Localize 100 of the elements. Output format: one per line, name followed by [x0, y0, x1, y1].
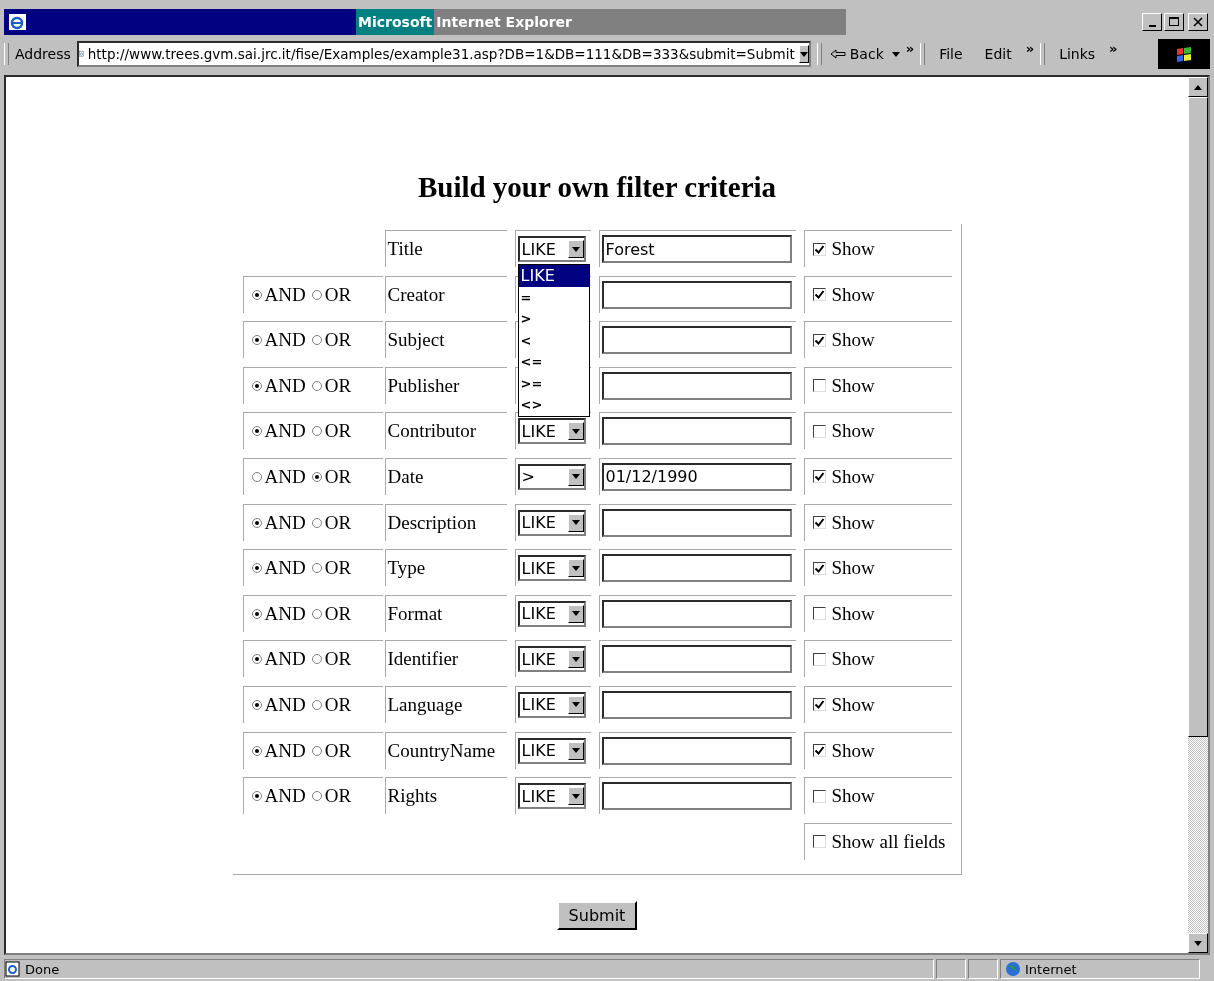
value-field[interactable]	[601, 280, 792, 309]
radio-option[interactable]: AND	[251, 693, 306, 716]
value-field[interactable]: Forest	[601, 235, 792, 263]
radio-option[interactable]: OR	[311, 329, 352, 352]
radio-option[interactable]: OR	[311, 557, 352, 580]
operator-select[interactable]: LIKE	[517, 418, 586, 445]
field-name: Contributor	[384, 412, 507, 450]
radio-option[interactable]: AND	[251, 374, 306, 397]
menu-item[interactable]: File	[931, 46, 971, 62]
value-field[interactable]	[601, 371, 792, 400]
radio-option[interactable]: AND	[251, 283, 306, 306]
radio-option[interactable]: AND	[251, 648, 306, 671]
operator-select[interactable]: LIKE	[517, 737, 586, 764]
show-checkbox[interactable]: Show	[812, 648, 875, 671]
value-field[interactable]	[601, 736, 792, 765]
radio-option[interactable]: OR	[311, 465, 352, 488]
checkmark-icon	[813, 471, 825, 483]
value-field[interactable]	[601, 690, 792, 719]
show-checkbox[interactable]: Show	[812, 785, 875, 808]
radio-option[interactable]: AND	[251, 511, 306, 534]
radio-option[interactable]: OR	[311, 785, 352, 808]
checkmark-icon	[813, 334, 825, 346]
caret-icon	[571, 428, 580, 434]
radio-option[interactable]: AND	[251, 785, 306, 808]
radio-option[interactable]: AND	[251, 602, 306, 625]
back-button[interactable]: Back	[827, 46, 886, 62]
chevron[interactable]: »	[905, 41, 915, 56]
maximize-button[interactable]	[1164, 13, 1184, 31]
caret-icon	[571, 611, 580, 617]
dropdown-option[interactable]: >=	[518, 372, 589, 394]
dropdown-option[interactable]: <=	[518, 351, 589, 373]
dropdown-option[interactable]: >	[518, 308, 589, 330]
show-checkbox[interactable]: Show	[812, 420, 875, 443]
radio-option[interactable]: OR	[311, 374, 352, 397]
links-button[interactable]: Links	[1051, 46, 1104, 62]
scroll-up-button[interactable]	[1188, 77, 1208, 97]
value-field[interactable]	[601, 554, 792, 583]
field-name: Publisher	[384, 366, 507, 404]
value-field[interactable]	[601, 599, 792, 628]
caret-icon	[571, 474, 580, 480]
radio-option[interactable]: AND	[251, 420, 306, 443]
scroll-down-button[interactable]	[1188, 933, 1208, 953]
minimize-button[interactable]	[1142, 13, 1162, 31]
menu-item[interactable]: Edit	[976, 46, 1020, 62]
caret-icon	[571, 656, 580, 662]
value-field[interactable]	[601, 417, 792, 446]
submit-button[interactable]: Submit	[556, 901, 638, 931]
dropdown-option[interactable]: =	[518, 286, 589, 308]
operator-select[interactable]: LIKE	[517, 555, 586, 582]
operator-select[interactable]: LIKE	[517, 783, 586, 810]
operator-select[interactable]: LIKE	[517, 236, 586, 262]
value-field[interactable]	[601, 508, 792, 537]
radio-option[interactable]: AND	[251, 557, 306, 580]
dropdown-option[interactable]: <>	[518, 394, 589, 416]
radio-option[interactable]: OR	[311, 420, 352, 443]
caret-icon[interactable]	[891, 51, 900, 57]
operator-select[interactable]: >	[517, 463, 586, 490]
operator-select[interactable]: LIKE	[517, 646, 586, 673]
globe-icon	[1005, 961, 1021, 977]
radio-option[interactable]: OR	[311, 739, 352, 762]
field-name: Title	[384, 230, 507, 267]
close-button[interactable]	[1188, 13, 1208, 31]
show-checkbox[interactable]: Show	[812, 283, 875, 306]
show-checkbox[interactable]: Show	[812, 238, 875, 260]
field-name: Description	[384, 503, 507, 541]
chevron[interactable]: »	[1109, 41, 1118, 56]
radio-option[interactable]: OR	[311, 648, 352, 671]
operator-select[interactable]: LIKE	[517, 691, 586, 718]
value-field[interactable]: 01/12/1990	[601, 462, 792, 491]
radio-option[interactable]: OR	[311, 602, 352, 625]
show-checkbox[interactable]: Show	[812, 739, 875, 762]
address-label: Address	[15, 46, 71, 62]
show-checkbox[interactable]: Show	[812, 557, 875, 580]
close-icon	[1193, 17, 1203, 27]
show-checkbox[interactable]: Show	[812, 465, 875, 488]
field-name: Language	[384, 685, 507, 723]
address-field[interactable]: http://www.trees.gvm.sai.jrc.it/fise/Examples/example31.asp?DB=1&DB=111&DB=333&submit=Submit	[76, 41, 811, 67]
radio-option[interactable]: OR	[311, 693, 352, 716]
dropdown-option[interactable]: LIKE	[518, 265, 589, 287]
operator-select[interactable]: LIKE	[517, 600, 586, 627]
show-checkbox[interactable]: Show	[812, 693, 875, 716]
operator-select[interactable]: LIKE	[517, 509, 586, 536]
chevron[interactable]: »	[1025, 41, 1035, 56]
field-name: Format	[384, 594, 507, 632]
field-name: CountryName	[384, 731, 507, 769]
show-checkbox[interactable]: Show	[812, 511, 875, 534]
dropdown-button[interactable]	[798, 45, 809, 63]
dropdown-option[interactable]: <	[518, 329, 589, 351]
radio-option[interactable]: OR	[311, 511, 352, 534]
radio-option[interactable]: AND	[251, 465, 306, 488]
show-checkbox[interactable]: Show	[812, 329, 875, 352]
value-field[interactable]	[601, 326, 792, 355]
value-field[interactable]	[601, 645, 792, 674]
show-checkbox[interactable]: Show	[812, 374, 875, 397]
radio-option[interactable]: OR	[311, 283, 352, 306]
show-checkbox[interactable]: Show	[812, 602, 875, 625]
radio-option[interactable]: AND	[251, 739, 306, 762]
value-field[interactable]	[601, 782, 792, 811]
radio-option[interactable]: AND	[251, 329, 306, 352]
show-all-checkbox[interactable]: Show all fields	[812, 830, 946, 853]
